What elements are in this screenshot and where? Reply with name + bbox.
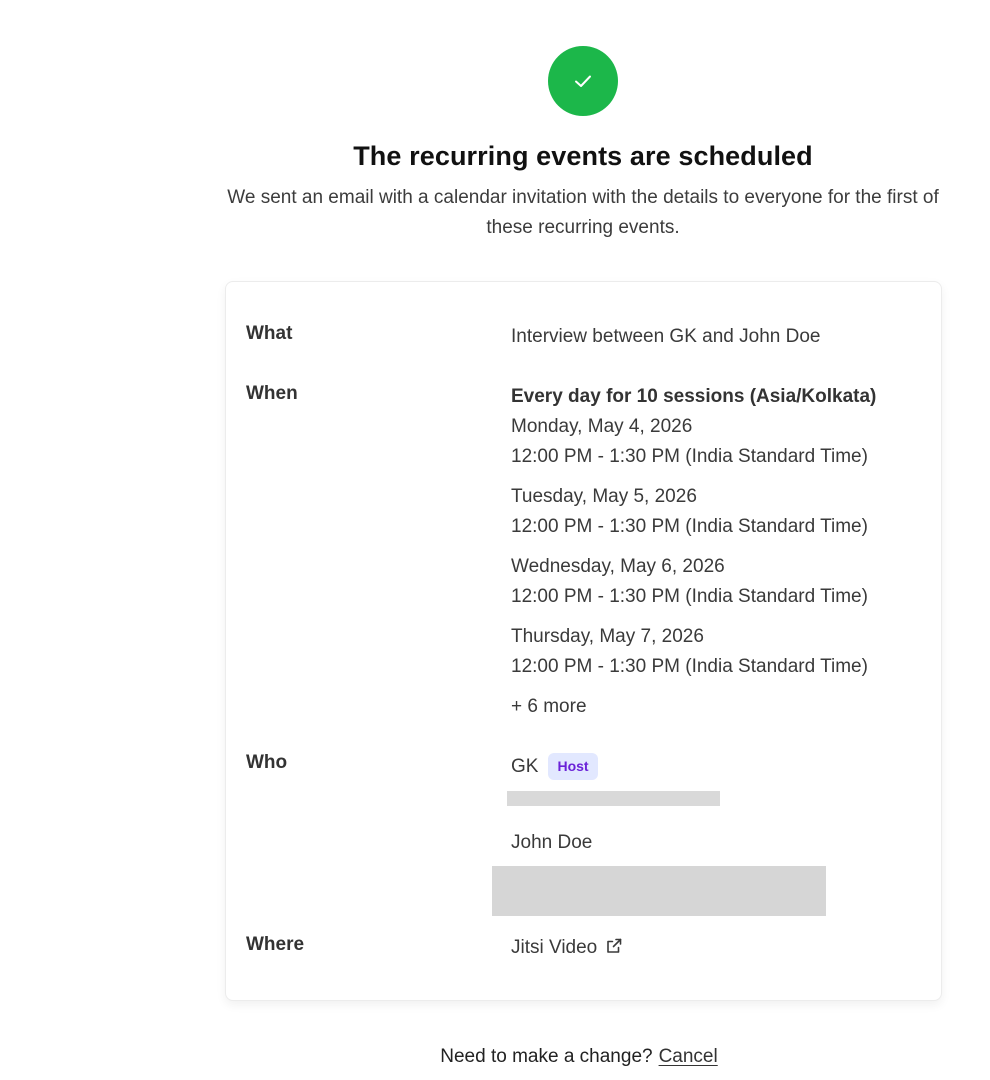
attendee-name: John Doe — [511, 832, 593, 853]
success-badge — [548, 46, 618, 116]
host-badge: Host — [548, 753, 598, 780]
occurrence-time: 12:00 PM - 1:30 PM (India Standard Time) — [511, 586, 868, 607]
page-title: The recurring events are scheduled — [353, 141, 813, 171]
occurrence-date: Thursday, May 7, 2026 — [511, 626, 704, 647]
who-label: Who — [246, 752, 288, 773]
redacted-email — [507, 791, 720, 806]
redacted-contact — [492, 866, 826, 916]
occurrence-item: Thursday, May 7, 2026 12:00 PM - 1:30 PM… — [511, 622, 931, 682]
recurrence-summary: Every day for 10 sessions (Asia/Kolkata) — [511, 386, 877, 407]
occurrence-date: Monday, May 4, 2026 — [511, 416, 693, 437]
occurrence-time: 12:00 PM - 1:30 PM (India Standard Time) — [511, 656, 868, 677]
check-icon — [575, 75, 591, 87]
when-value: Every day for 10 sessions (Asia/Kolkata)… — [511, 382, 931, 722]
external-link-icon[interactable] — [605, 937, 623, 955]
attendee-host: GK Host — [511, 752, 931, 782]
where-label: Where — [246, 934, 305, 955]
attendee-name: GK — [511, 756, 539, 777]
more-occurrences: + 6 more — [511, 696, 587, 717]
occurrence-date: Tuesday, May 5, 2026 — [511, 486, 697, 507]
occurrence-item: Wednesday, May 6, 2026 12:00 PM - 1:30 P… — [511, 552, 931, 612]
booking-details-card: What Interview between GK and John Doe W… — [225, 281, 942, 1001]
what-label: What — [246, 323, 293, 344]
occurrence-item: Monday, May 4, 2026 12:00 PM - 1:30 PM (… — [511, 412, 931, 472]
change-prompt: Need to make a change? — [440, 1046, 653, 1067]
occurrence-item: Tuesday, May 5, 2026 12:00 PM - 1:30 PM … — [511, 482, 931, 542]
occurrence-time: 12:00 PM - 1:30 PM (India Standard Time) — [511, 446, 868, 467]
who-value: GK Host — [511, 752, 931, 782]
what-value: Interview between GK and John Doe — [511, 326, 821, 347]
booking-success-page: The recurring events are scheduled We se… — [0, 0, 990, 1080]
cancel-link[interactable]: Cancel — [659, 1046, 718, 1067]
occurrence-date: Wednesday, May 6, 2026 — [511, 556, 725, 577]
change-footer: Need to make a change? Cancel — [0, 1046, 990, 1068]
attendee-guest: John Doe — [511, 828, 931, 858]
page-subtitle: We sent an email with a calendar invitat… — [227, 187, 939, 238]
occurrence-time: 12:00 PM - 1:30 PM (India Standard Time) — [511, 516, 868, 537]
when-label: When — [246, 383, 298, 404]
where-value: Jitsi Video — [511, 933, 931, 963]
location-link[interactable]: Jitsi Video — [511, 937, 597, 958]
